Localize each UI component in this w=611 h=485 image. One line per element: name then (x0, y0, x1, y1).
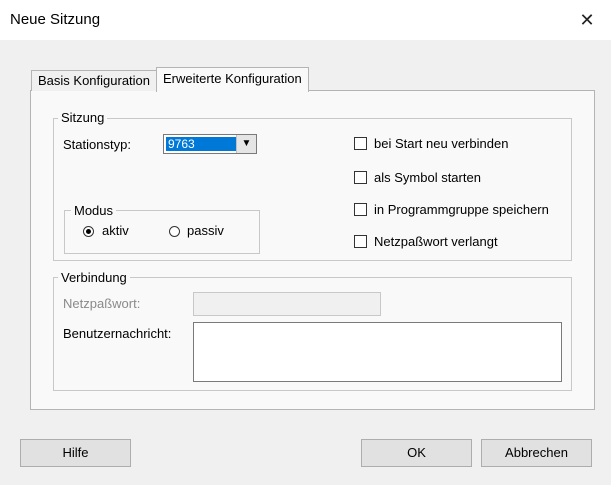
sitzung-group-label: Sitzung (58, 110, 108, 125)
station-type-label: Stationstyp: (63, 137, 131, 152)
window-title: Neue Sitzung (10, 11, 101, 28)
user-message-field[interactable] (193, 322, 562, 382)
radio-aktiv-label[interactable]: aktiv (102, 223, 129, 238)
verbindung-group-label: Verbindung (58, 270, 130, 285)
station-type-value: 9763 (166, 137, 236, 151)
radio-aktiv[interactable] (83, 226, 94, 237)
user-message-label: Benutzernachricht: (63, 326, 172, 341)
checkbox-save-in-program-group[interactable] (354, 203, 367, 216)
close-icon[interactable]: ✕ (575, 8, 599, 32)
network-password-field (193, 292, 381, 316)
checkbox-reconnect-on-start-label[interactable]: bei Start neu verbinden (374, 136, 508, 151)
station-type-select[interactable]: 9763 ▼ (163, 134, 257, 154)
checkbox-start-as-icon[interactable] (354, 171, 367, 184)
checkbox-password-required-label[interactable]: Netzpaßwort verlangt (374, 234, 498, 249)
network-password-label: Netzpaßwort: (63, 296, 141, 311)
chevron-down-icon[interactable]: ▼ (236, 135, 256, 153)
tab-basis-konfiguration[interactable]: Basis Konfiguration (31, 70, 158, 91)
tab-erweiterte-konfiguration[interactable]: Erweiterte Konfiguration (156, 67, 309, 92)
checkbox-save-in-program-group-label[interactable]: in Programmgruppe speichern (374, 202, 549, 217)
checkbox-reconnect-on-start[interactable] (354, 137, 367, 150)
radio-passiv-label[interactable]: passiv (187, 223, 224, 238)
modus-group-label: Modus (71, 203, 117, 218)
radio-passiv[interactable] (169, 226, 180, 237)
help-button[interactable]: Hilfe (20, 439, 131, 467)
ok-button[interactable]: OK (361, 439, 472, 467)
checkbox-start-as-icon-label[interactable]: als Symbol starten (374, 170, 481, 185)
cancel-button[interactable]: Abbrechen (481, 439, 592, 467)
checkbox-password-required[interactable] (354, 235, 367, 248)
